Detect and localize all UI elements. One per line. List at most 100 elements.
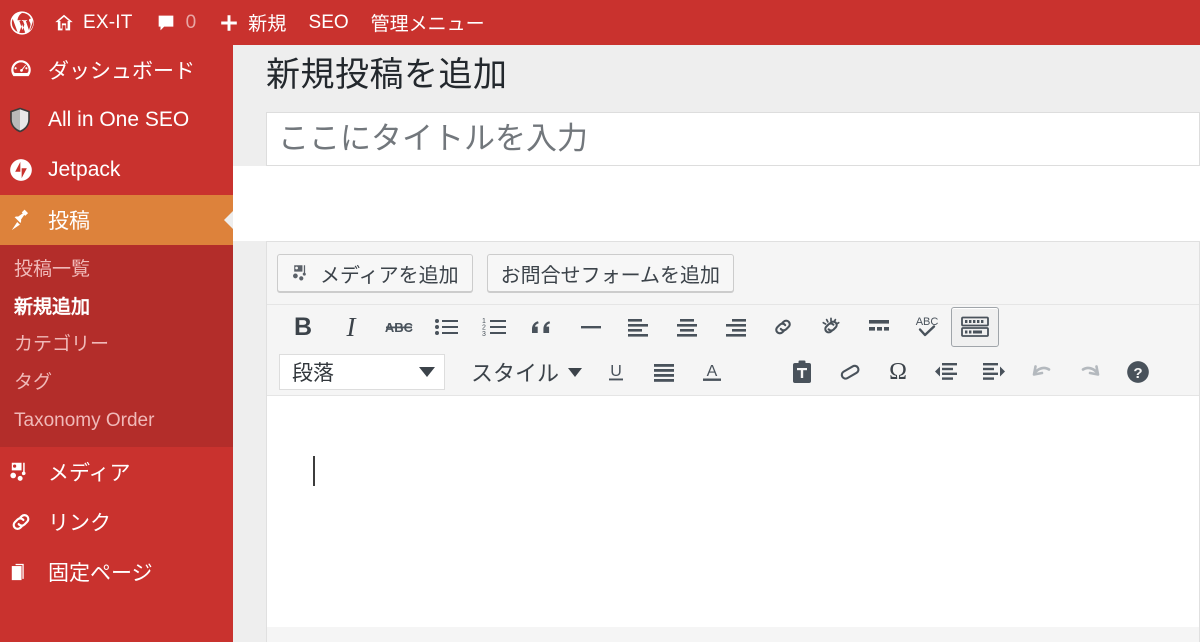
horizontal-rule-icon <box>578 316 604 338</box>
redo-button[interactable] <box>1066 352 1114 392</box>
text-color-dropdown[interactable] <box>736 352 762 392</box>
clear-formatting-button[interactable] <box>826 352 874 392</box>
page-icon <box>8 559 42 585</box>
justify-button[interactable] <box>640 352 688 392</box>
admin-bar-seo[interactable]: SEO <box>298 0 360 45</box>
dashboard-icon <box>8 57 42 83</box>
align-right-button[interactable] <box>711 307 759 347</box>
outdent-button[interactable] <box>922 352 970 392</box>
blockquote-icon <box>530 316 556 338</box>
align-left-button[interactable] <box>615 307 663 347</box>
admin-bar-site-name-label: EX-IT <box>83 11 133 33</box>
add-contact-form-button[interactable]: お問合せフォームを追加 <box>486 254 735 292</box>
italic-glyph: I <box>346 311 356 342</box>
admin-bar-new-content[interactable]: 新規 <box>207 0 297 45</box>
editor-toolbar-row-1: B I ABC 1 2 3 ABC <box>267 304 1199 349</box>
help-button[interactable]: ? <box>1114 352 1162 392</box>
underline-icon: U <box>604 360 628 384</box>
horizontal-rule-button[interactable] <box>567 307 615 347</box>
add-media-button-label: メディアを追加 <box>320 264 459 287</box>
sidebar-item-label: Jetpack <box>48 158 121 181</box>
text-color-button[interactable]: A <box>688 352 736 392</box>
sidebar-item-media[interactable]: メディア <box>0 447 233 497</box>
align-center-icon <box>674 316 700 338</box>
italic-button[interactable]: I <box>327 307 375 347</box>
admin-bar-admin-menu[interactable]: 管理メニュー <box>360 0 496 45</box>
bullet-list-icon <box>434 316 460 338</box>
admin-bar-site-name[interactable]: EX-IT <box>42 0 144 45</box>
admin-sidebar: ダッシュボード All in One SEO Jetpack 投稿 投稿一覧 新… <box>0 45 233 642</box>
sidebar-item-links[interactable]: リンク <box>0 497 233 547</box>
sidebar-item-all-in-one-seo[interactable]: All in One SEO <box>0 95 233 145</box>
sidebar-item-label: 固定ページ <box>48 562 153 586</box>
justify-icon <box>651 361 677 383</box>
jetpack-icon <box>8 157 42 183</box>
admin-bar-comment-count: 0 <box>185 11 197 33</box>
numbered-list-button[interactable]: 1 2 3 <box>471 307 519 347</box>
align-left-icon <box>626 316 652 338</box>
sidebar-item-pages[interactable]: 固定ページ <box>0 547 233 597</box>
styles-dropdown-label: スタイル <box>471 361 560 386</box>
admin-bar-comments[interactable]: 0 <box>144 0 208 45</box>
media-icon <box>291 262 313 284</box>
strikethrough-icon: ABC <box>383 317 415 337</box>
add-media-button[interactable]: メディアを追加 <box>277 254 473 292</box>
read-more-button[interactable] <box>855 307 903 347</box>
sidebar-item-posts[interactable]: 投稿 <box>0 195 233 245</box>
posts-submenu: 投稿一覧 新規追加 カテゴリー タグ Taxonomy Order <box>0 245 233 448</box>
post-title-field-wrapper[interactable] <box>266 112 1200 166</box>
chevron-down-icon <box>419 367 435 377</box>
omega-icon: Ω <box>889 359 907 385</box>
help-icon: ? <box>1125 359 1151 385</box>
align-center-button[interactable] <box>663 307 711 347</box>
sidebar-item-label: リンク <box>48 512 111 536</box>
bullet-list-button[interactable] <box>423 307 471 347</box>
admin-bar: EX-IT 0 新規 SEO 管理メニュー <box>0 0 1200 45</box>
keyboard-icon <box>960 315 990 339</box>
remove-link-button[interactable] <box>807 307 855 347</box>
sidebar-item-label: 投稿 <box>48 210 90 233</box>
paragraph-format-select[interactable]: 段落 <box>279 354 445 390</box>
paste-as-text-icon <box>790 359 814 385</box>
spellcheck-button[interactable]: ABC <box>903 307 951 347</box>
paste-as-text-button[interactable] <box>778 352 826 392</box>
undo-icon <box>1029 360 1055 384</box>
indent-button[interactable] <box>970 352 1018 392</box>
styles-dropdown[interactable]: スタイル <box>461 352 592 392</box>
strikethrough-button[interactable]: ABC <box>375 307 423 347</box>
home-icon <box>53 12 75 34</box>
media-buttons-bar: メディアを追加 お問合せフォームを追加 <box>267 242 1199 304</box>
submenu-item-all-posts[interactable]: 投稿一覧 <box>0 251 233 289</box>
admin-bar-seo-label: SEO <box>308 11 349 33</box>
editor-content-canvas[interactable] <box>267 395 1199 627</box>
text-cursor <box>313 456 315 486</box>
kitchen-sink-button[interactable] <box>951 307 999 347</box>
submenu-item-taxonomy-order[interactable]: Taxonomy Order <box>0 402 233 440</box>
admin-bar-new-content-label: 新規 <box>248 14 287 35</box>
plus-icon <box>218 12 240 34</box>
admin-bar-wp-logo[interactable] <box>0 0 42 45</box>
insert-link-button[interactable] <box>759 307 807 347</box>
submenu-item-add-new[interactable]: 新規追加 <box>0 289 233 327</box>
bold-glyph: B <box>293 312 313 341</box>
undo-button[interactable] <box>1018 352 1066 392</box>
submenu-item-tags[interactable]: タグ <box>0 364 233 402</box>
post-title-input[interactable] <box>267 113 1199 165</box>
media-icon <box>8 459 42 485</box>
pin-icon <box>8 207 42 233</box>
blockquote-button[interactable] <box>519 307 567 347</box>
special-character-button[interactable]: Ω <box>874 352 922 392</box>
submenu-item-categories[interactable]: カテゴリー <box>0 326 233 364</box>
comment-icon <box>155 12 177 34</box>
title-editor-gap <box>233 166 1200 241</box>
sidebar-item-dashboard[interactable]: ダッシュボード <box>0 45 233 95</box>
link-icon <box>8 509 42 535</box>
wordpress-icon <box>8 9 36 37</box>
align-right-icon <box>722 316 748 338</box>
page-title: 新規投稿を追加 <box>266 56 508 94</box>
svg-text:?: ? <box>1133 365 1142 382</box>
underline-button[interactable]: U <box>592 352 640 392</box>
svg-text:U: U <box>610 363 622 380</box>
bold-button[interactable]: B <box>279 307 327 347</box>
sidebar-item-jetpack[interactable]: Jetpack <box>0 145 233 195</box>
